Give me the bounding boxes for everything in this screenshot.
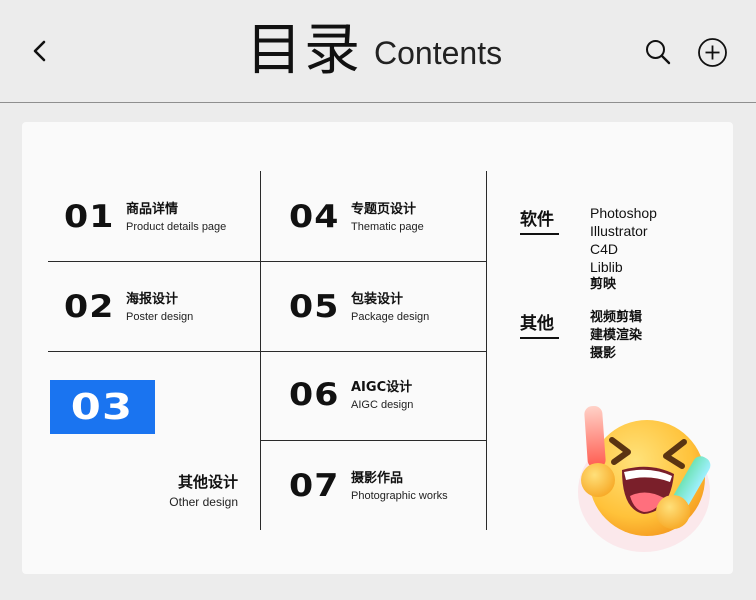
section-01[interactable]: 01 商品详情 Product details page [64,199,227,236]
section-title-en: Thematic page [351,221,424,234]
section-07[interactable]: 07 摄影作品 Photographic works [289,468,448,505]
other-item: 建模渲染 [590,328,643,343]
other-list: 视频剪辑 建模渲染 摄影 [590,309,642,363]
section-04[interactable]: 04 专题页设计 Thematic page [289,199,424,236]
section-title-en: AIGC design [351,399,414,412]
section-number: 06 [289,377,340,414]
software-item: Photoshop [590,205,657,221]
section-title-en: Poster design [126,311,194,324]
section-number: 05 [289,289,340,326]
back-chevron-icon[interactable] [30,38,50,64]
section-title-en: Photographic works [351,490,448,503]
section-title-zh: 摄影作品 [351,471,404,486]
section-title-en: Other design [169,494,238,509]
laughing-emoji-icon [578,405,711,552]
section-03[interactable]: 其他设计 Other design [169,473,238,509]
section-number: 04 [289,199,340,236]
add-icon[interactable] [697,37,728,68]
software-item: Illustrator [590,223,648,239]
software-item: 剪映 [590,277,617,292]
section-06[interactable]: 06 AIGC设计 AIGC design [289,377,414,414]
search-icon[interactable] [644,38,672,66]
section-title-en: Package design [351,311,430,324]
page-title-zh: 目录 [246,18,362,83]
divider-horizontal-3 [260,440,486,441]
other-item: 视频剪辑 [590,310,643,325]
contents-card: 01 商品详情 Product details page 02 海报设计 Pos… [22,122,733,574]
other-title: 其他 [520,309,559,339]
top-bar: 目录 Contents [0,0,756,103]
section-number: 02 [64,289,115,326]
software-item: C4D [590,241,619,257]
section-03-badge[interactable]: 03 [50,380,155,434]
section-02[interactable]: 02 海报设计 Poster design [64,289,194,326]
section-number: 07 [289,468,340,505]
section-title-zh: AIGC设计 [351,380,413,395]
page-title: 目录 Contents [246,18,502,84]
section-number: 03 [71,386,134,428]
divider-horizontal-1 [48,261,486,262]
software-title: 软件 [520,205,559,235]
section-title-zh: 其他设计 [177,473,238,491]
divider-vertical-2 [486,171,487,530]
section-title-zh: 专题页设计 [351,202,417,217]
section-title-en: Product details page [126,221,227,234]
section-title-zh: 包装设计 [351,292,404,307]
divider-horizontal-2 [48,351,486,352]
section-number: 01 [64,199,115,236]
section-title-zh: 商品详情 [126,202,179,217]
section-05[interactable]: 05 包装设计 Package design [289,289,430,326]
other-item: 摄影 [590,346,617,361]
page-title-en: Contents [374,34,503,71]
section-title-zh: 海报设计 [126,292,179,307]
software-item: Liblib [590,259,623,275]
software-list: Photoshop Illustrator C4D Liblib 剪映 [590,204,657,294]
